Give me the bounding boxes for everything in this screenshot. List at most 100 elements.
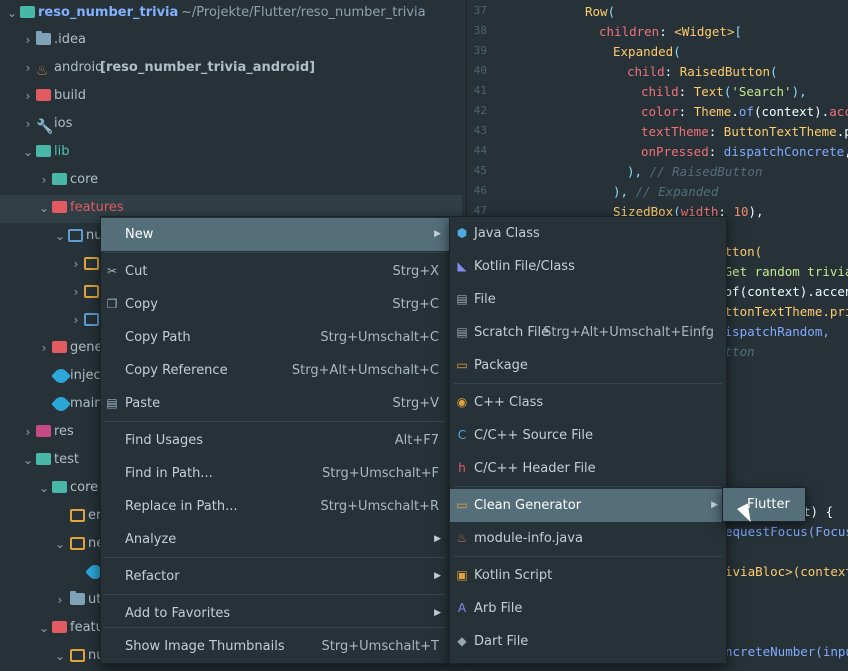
- menu-item-scratch-file[interactable]: ▤ Scratch File Strg+Alt+Umschalt+Einfg: [450, 316, 726, 349]
- menu-item-flutter[interactable]: Flutter: [723, 488, 805, 521]
- menu-item-file[interactable]: ▤ File: [450, 283, 726, 316]
- tree-item-label: res: [54, 424, 74, 439]
- code-line: child: Text('Search'),: [641, 84, 807, 99]
- chevron-down-icon[interactable]: ⌄: [38, 475, 50, 501]
- submenu-arrow-icon: ▶: [434, 571, 441, 581]
- folder-icon: [84, 313, 99, 326]
- java-module-icon: ♨: [36, 63, 49, 79]
- chevron-right-icon[interactable]: ›: [22, 55, 34, 81]
- chevron-right-icon[interactable]: ›: [22, 83, 34, 109]
- menu-item-add-to-favorites[interactable]: Add to Favorites ▶: [101, 597, 449, 630]
- tree-item-label: featu: [70, 620, 104, 635]
- line-number: 40: [473, 64, 487, 77]
- menu-item-c-c-header-file[interactable]: h C/C++ Header File: [450, 452, 726, 485]
- chevron-right-icon[interactable]: ›: [22, 419, 34, 445]
- chevron-right-icon[interactable]: ›: [38, 335, 50, 361]
- menu-item-analyze[interactable]: Analyze ▶: [101, 523, 449, 556]
- tree-root-row[interactable]: ⌄ reso_number_trivia ~/Projekte/Flutter/…: [0, 0, 462, 28]
- menu-item-copy-path[interactable]: Copy Path Strg+Umschalt+C: [101, 321, 449, 354]
- code-token: :: [708, 144, 724, 159]
- menu-item-replace-in-path[interactable]: Replace in Path... Strg+Umschalt+R: [101, 490, 449, 523]
- code-token: Text: [693, 84, 724, 99]
- chevron-right-icon[interactable]: ›: [54, 587, 66, 613]
- chevron-down-icon[interactable]: ⌄: [22, 447, 34, 473]
- menu-item-label: Dart File: [474, 634, 529, 649]
- menu-item-c-class[interactable]: ◉ C++ Class: [450, 386, 726, 419]
- chevron-right-icon[interactable]: ›: [70, 279, 82, 305]
- package-icon: ▭: [456, 358, 468, 372]
- code-line: Expanded(: [613, 44, 681, 59]
- chevron-right-icon[interactable]: ›: [38, 167, 50, 193]
- menu-item-shortcut: Strg+Umschalt+F: [322, 466, 439, 481]
- code-token: // Expanded: [635, 184, 719, 199]
- menu-item-label: Refactor: [125, 569, 180, 584]
- menu-item-label: Copy Reference: [125, 363, 228, 378]
- dart-file-icon: ◆: [457, 634, 467, 648]
- code-token: [: [734, 24, 743, 39]
- menu-item-arb-file[interactable]: A Arb File: [450, 592, 726, 625]
- tree-item-module-name: [reso_number_trivia_android]: [100, 60, 316, 75]
- tree-item-build[interactable]: › build: [0, 83, 462, 111]
- menu-item-cut[interactable]: ✂ Cut Strg+X: [101, 255, 449, 288]
- chevron-down-icon[interactable]: ⌄: [54, 223, 66, 249]
- line-number: 44: [473, 144, 487, 157]
- chevron-down-icon[interactable]: ⌄: [54, 643, 66, 669]
- code-token: :: [708, 124, 724, 139]
- menu-item-find-in-path[interactable]: Find in Path... Strg+Umschalt+F: [101, 457, 449, 490]
- menu-item-clean-generator[interactable]: ▭ Clean Generator ▶: [450, 489, 726, 522]
- chevron-down-icon[interactable]: ⌄: [6, 0, 18, 26]
- menu-item-module-info-java[interactable]: ♨ module-info.java: [450, 522, 726, 555]
- menu-item-find-usages[interactable]: Find Usages Alt+F7: [101, 424, 449, 457]
- menu-item-package[interactable]: ▭ Package: [450, 349, 726, 382]
- chevron-down-icon[interactable]: ⌄: [54, 531, 66, 557]
- menu-item-new[interactable]: New ▶: [101, 218, 449, 251]
- code-fragment: t) {: [803, 504, 834, 519]
- menu-item-kotlin-file-class[interactable]: ◣ Kotlin File/Class: [450, 250, 726, 283]
- folder-icon: [52, 481, 67, 493]
- code-token: 10: [733, 204, 749, 219]
- folder-icon: [70, 649, 85, 662]
- chevron-right-icon[interactable]: ›: [70, 307, 82, 333]
- tree-item-core[interactable]: › core: [0, 167, 462, 195]
- menu-item-dart-file[interactable]: ◆ Dart File: [450, 625, 726, 658]
- code-fragment: .of(context).accen: [717, 284, 848, 299]
- menu-item-label: Copy Path: [125, 330, 191, 345]
- chevron-down-icon[interactable]: ⌄: [22, 139, 34, 165]
- menu-item-refactor[interactable]: Refactor ▶: [101, 560, 449, 593]
- menu-item-shortcut: Strg+Alt+Umschalt+C: [291, 363, 439, 378]
- menu-item-copy[interactable]: ❐ Copy Strg+C: [101, 288, 449, 321]
- menu-item-label: Kotlin File/Class: [474, 259, 575, 274]
- folder-icon: [68, 229, 83, 242]
- menu-item-c-c-source-file[interactable]: C C/C++ Source File: [450, 419, 726, 452]
- tree-item-label: core: [70, 172, 99, 187]
- chevron-right-icon[interactable]: ›: [22, 27, 34, 53]
- folder-icon: [70, 537, 85, 550]
- tree-item-idea[interactable]: › .idea: [0, 27, 462, 55]
- submenu-arrow-icon: ▶: [434, 534, 441, 544]
- chevron-down-icon[interactable]: ⌄: [38, 615, 50, 641]
- chevron-down-icon[interactable]: ⌄: [38, 195, 50, 221]
- folder-icon: [36, 453, 51, 465]
- menu-item-shortcut: Strg+X: [392, 264, 439, 279]
- menu-item-shortcut: Strg+V: [392, 396, 439, 411]
- menu-item-show-image-thumbnails[interactable]: Show Image Thumbnails Strg+Umschalt+T: [101, 630, 449, 663]
- code-fragment: uttonTextTheme.pri: [717, 304, 848, 319]
- new-submenu: ⬢ Java Class ◣ Kotlin File/Class ▤ File ▤ Scrat…: [449, 216, 727, 664]
- chevron-right-icon[interactable]: ›: [70, 251, 82, 277]
- menu-item-label: Kotlin Script: [474, 568, 553, 583]
- tree-item-ios[interactable]: › 🔧 ios: [0, 111, 462, 139]
- tree-item-label: test: [54, 452, 79, 467]
- tree-item-android[interactable]: › ♨ android [reso_number_trivia_android]: [0, 55, 462, 83]
- menu-item-label: Clean Generator: [474, 498, 582, 513]
- tree-item-lib[interactable]: ⌄ lib: [0, 139, 462, 167]
- menu-item-paste[interactable]: ▤ Paste Strg+V: [101, 387, 449, 420]
- code-token: ,: [844, 144, 848, 159]
- java-file-icon: ♨: [456, 531, 468, 545]
- menu-separator: [105, 252, 445, 253]
- menu-item-label: Java Class: [474, 226, 540, 241]
- menu-item-java-class[interactable]: ⬢ Java Class: [450, 217, 726, 250]
- chevron-right-icon[interactable]: ›: [22, 111, 34, 137]
- menu-item-copy-reference[interactable]: Copy Reference Strg+Alt+Umschalt+C: [101, 354, 449, 387]
- menu-item-kotlin-script[interactable]: ▣ Kotlin Script: [450, 559, 726, 592]
- menu-item-label: C/C++ Source File: [474, 428, 593, 443]
